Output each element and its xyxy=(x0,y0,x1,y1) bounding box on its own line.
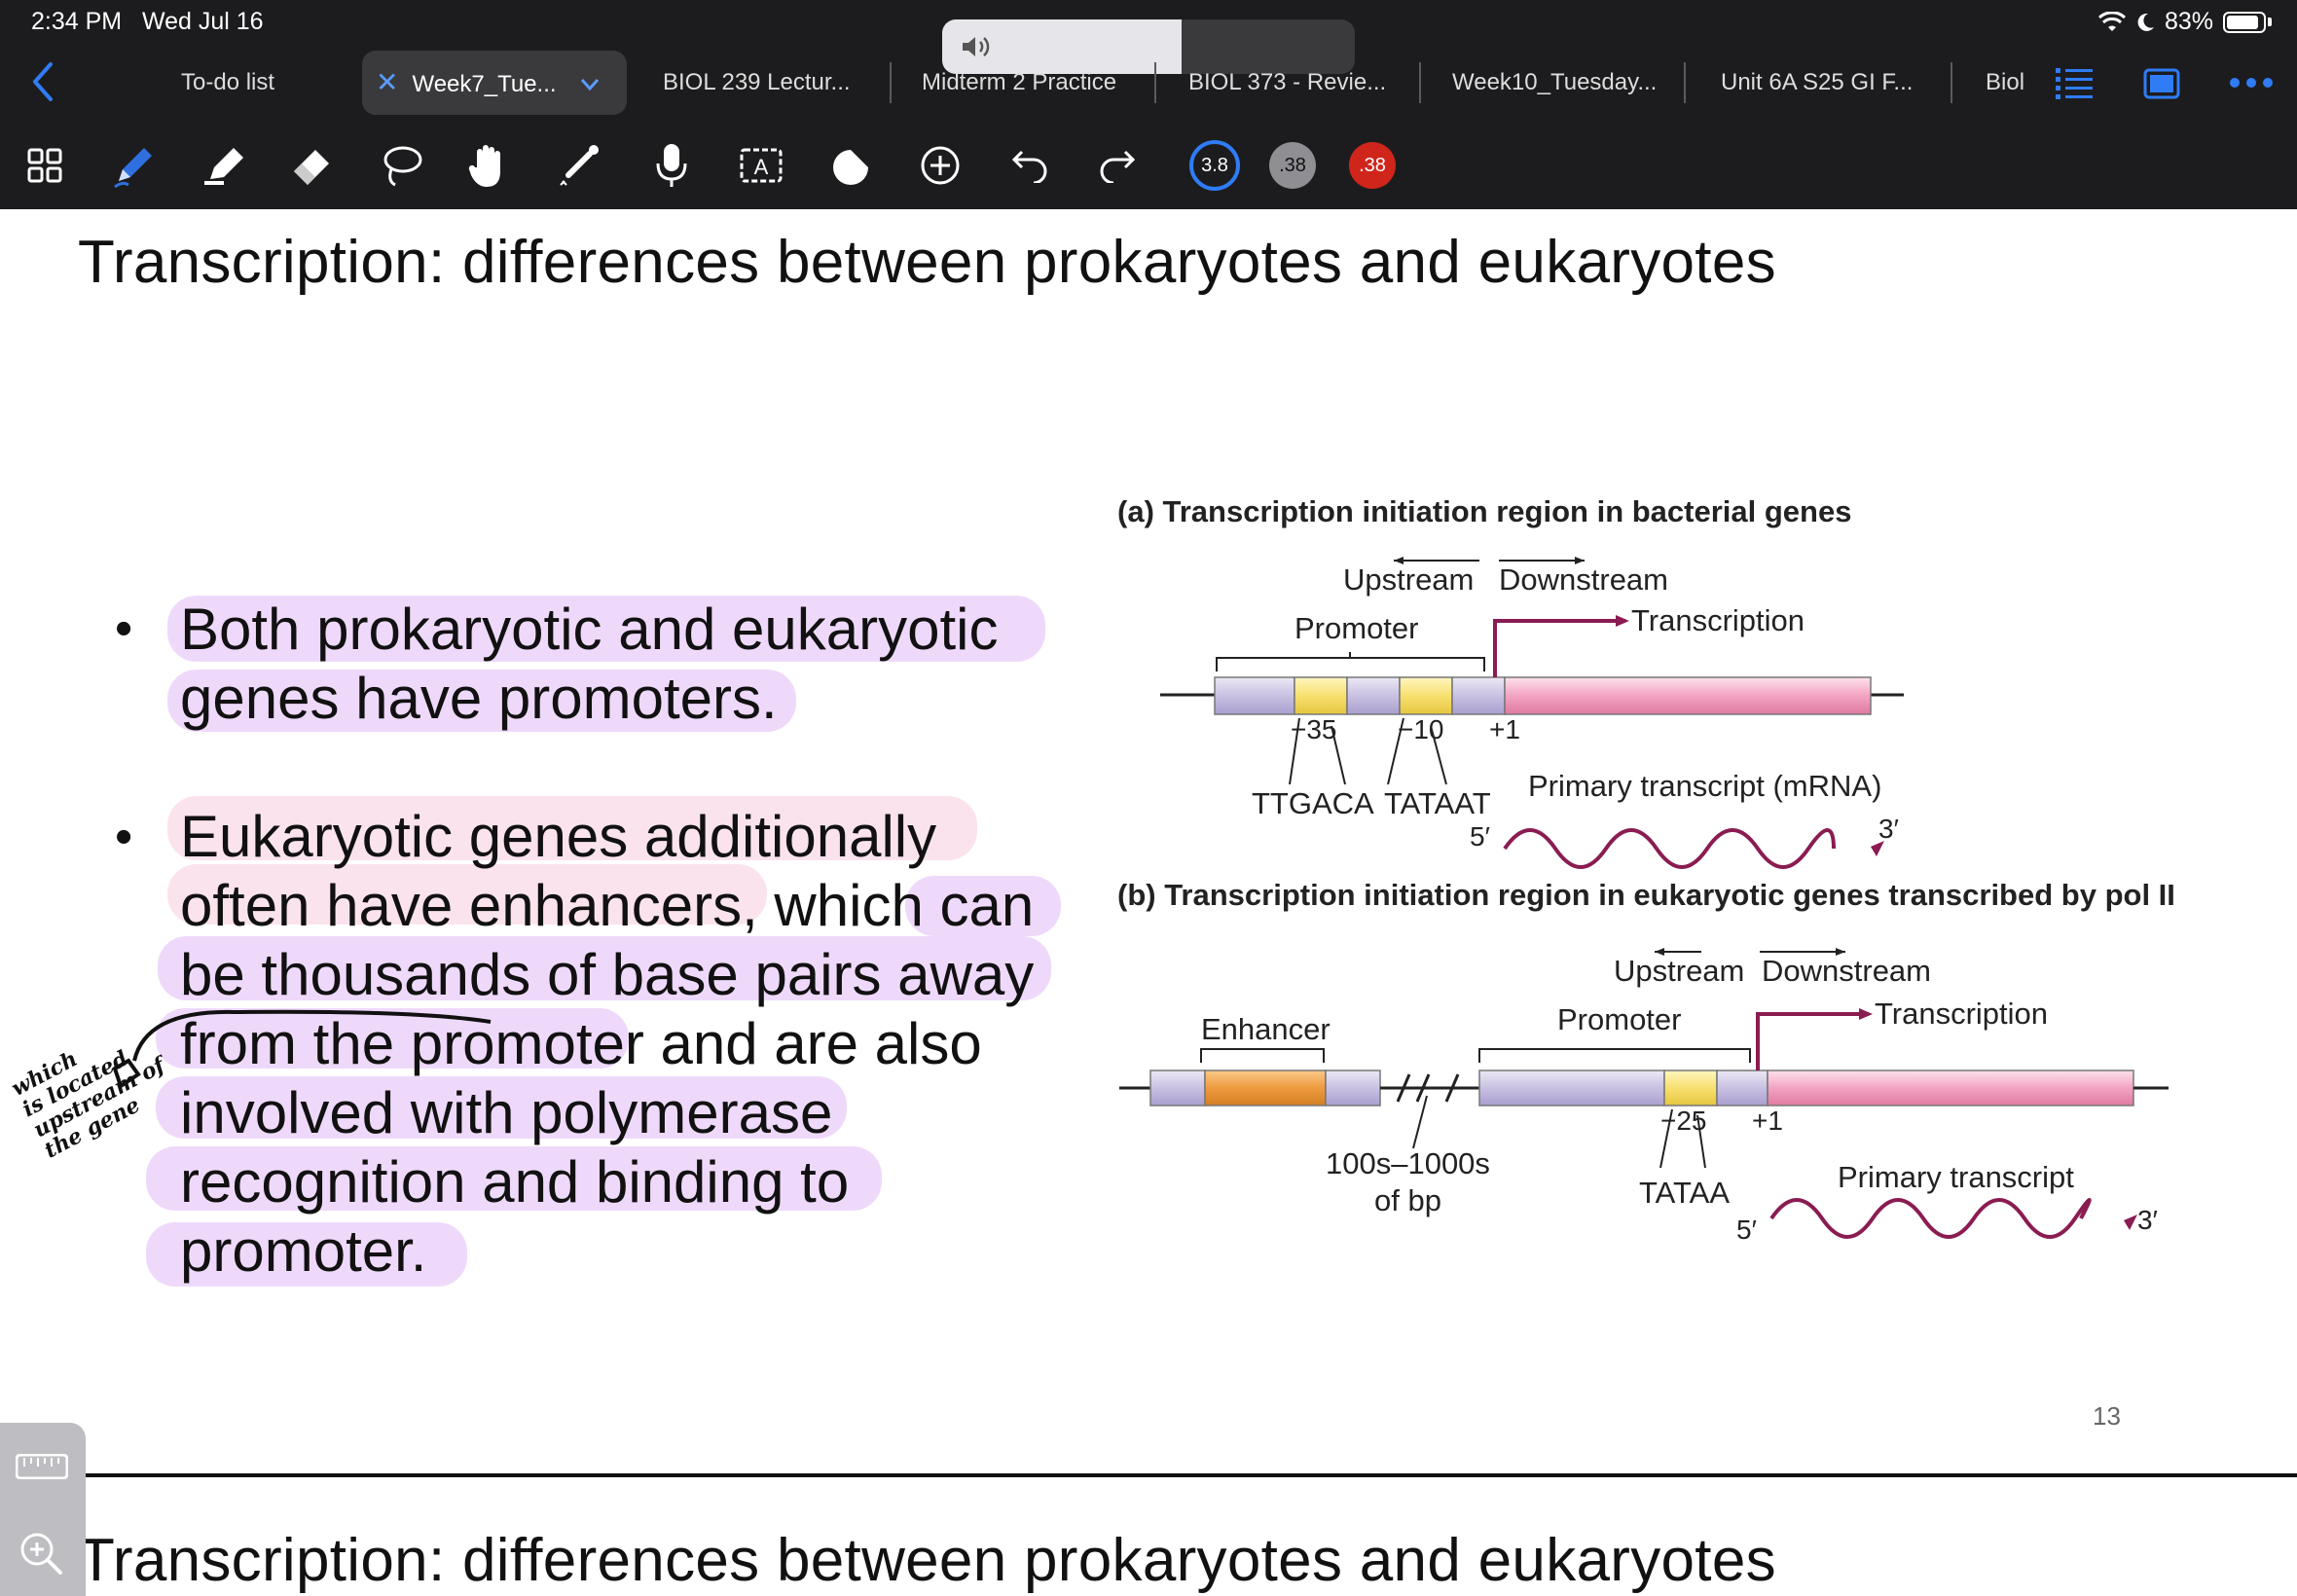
bullet1-line2: genes have promoters. xyxy=(180,666,778,731)
promoter-segment xyxy=(1214,676,1295,715)
bullet2-line1: Eukaryotic genes additionally xyxy=(180,804,937,869)
swatch-red[interactable]: .38 xyxy=(1349,142,1396,189)
fig-b-5prime: 5′ xyxy=(1736,1215,1757,1245)
eraser-icon[interactable] xyxy=(284,136,339,195)
next-slide-title: Transcription: differences between proka… xyxy=(78,1527,1776,1594)
fig-a-minus35: −35 xyxy=(1291,714,1337,744)
top-toolbar: 2:34 PM Wed Jul 16 83% To-do list ✕ Week7… xyxy=(0,0,2297,209)
fig-a-5prime: 5′ xyxy=(1470,821,1490,852)
fig-a-promoter: Promoter xyxy=(1294,611,1419,645)
fig-b-3prime: 3′ xyxy=(2137,1205,2158,1235)
grid-icon[interactable] xyxy=(18,136,72,195)
page-number: 13 xyxy=(2093,1401,2121,1431)
redo-icon[interactable] xyxy=(1090,136,1145,195)
list-icon[interactable] xyxy=(2056,66,2093,99)
fig-a-upstream: Upstream xyxy=(1343,562,1475,597)
more-icon[interactable] xyxy=(2229,76,2274,90)
tab-week10[interactable]: Week10_Tuesday... xyxy=(1452,51,1657,115)
fig-a-tataat: TATAAT xyxy=(1384,786,1491,820)
fig-a-minus10: −10 xyxy=(1398,714,1444,744)
bullet: • xyxy=(115,809,133,865)
fig-b-promoter: Promoter xyxy=(1557,1002,1682,1036)
bullet: • xyxy=(115,600,133,657)
chevron-down-icon[interactable] xyxy=(580,78,600,91)
pen-icon[interactable] xyxy=(107,136,162,195)
bullet1-line1: Both prokaryotic and eukaryotic xyxy=(180,597,999,662)
fig-a-transcript-label: Primary transcript (mRNA) xyxy=(1528,769,1882,803)
fig-a-downstream: Downstream xyxy=(1499,562,1668,597)
status-indicators: 83% xyxy=(2097,8,2272,36)
zoom-icon[interactable] xyxy=(18,1530,64,1577)
fig-a-plus1: +1 xyxy=(1489,714,1520,744)
minus10-box xyxy=(1399,676,1453,715)
bullet2-line2: often have enhancers, which can xyxy=(180,873,1035,938)
add-icon[interactable] xyxy=(913,136,967,195)
fig-a-ttgaca: TTGACA xyxy=(1252,786,1374,820)
fig-b-transcript-label: Primary transcript xyxy=(1838,1160,2074,1194)
pol2-promoter-segment xyxy=(1478,1070,1665,1106)
tab-week7-active[interactable]: ✕ Week7_Tue... xyxy=(362,51,627,115)
laser-icon[interactable] xyxy=(551,136,605,195)
page-divider xyxy=(0,1473,2297,1477)
fig-b-upstream: Upstream xyxy=(1614,954,1745,988)
undo-icon[interactable] xyxy=(1003,136,1057,195)
date: Wed Jul 16 xyxy=(141,8,264,35)
highlighter-icon[interactable] xyxy=(197,136,251,195)
fig-b-minus25: −25 xyxy=(1660,1106,1707,1136)
eukaryotic-transcribed-region xyxy=(1767,1070,2134,1106)
fig-b-enhancer: Enhancer xyxy=(1201,1012,1331,1046)
fig-b-transcription: Transcription xyxy=(1875,997,2049,1031)
clock: 2:34 PM xyxy=(31,8,123,35)
status-time: 2:34 PM Wed Jul 16 xyxy=(31,8,264,36)
transcription-arrow xyxy=(1616,615,1629,627)
document-tabs: To-do list ✕ Week7_Tue... BIOL 239 Lectur… xyxy=(0,51,2297,115)
fig-b-downstream: Downstream xyxy=(1762,954,1931,988)
fig-b-plus1: +1 xyxy=(1752,1106,1783,1136)
tab-unit-6a[interactable]: Unit 6A S25 GI F... xyxy=(1721,51,1913,115)
lasso-icon[interactable] xyxy=(374,136,428,195)
annotation-tools: A 3.8 .38 .38 xyxy=(0,136,2297,195)
fig-a-3prime: 3′ xyxy=(1878,814,1899,844)
page-view-icon[interactable] xyxy=(2143,68,2180,99)
tab-biol-373[interactable]: BIOL 373 - Revie... xyxy=(1188,51,1386,115)
wifi-icon xyxy=(2097,11,2126,31)
eukaryotic-transcript-wave xyxy=(1769,1198,2092,1239)
eukaryotic-transcription-arrow xyxy=(1859,1008,1873,1020)
swatch-gray[interactable]: .38 xyxy=(1269,142,1316,189)
tab-midterm-2[interactable]: Midterm 2 Practice xyxy=(922,51,1116,115)
ruler-icon[interactable] xyxy=(16,1454,68,1479)
mrna-wave xyxy=(1503,828,1836,869)
tata-box xyxy=(1663,1070,1718,1106)
close-icon[interactable]: ✕ xyxy=(376,67,398,97)
slide-title: Transcription: differences between proka… xyxy=(78,229,1776,296)
swatch-black-selected[interactable]: 3.8 xyxy=(1189,140,1240,191)
fig-b-tataa: TATAA xyxy=(1639,1176,1730,1210)
enhancer-box xyxy=(1204,1070,1327,1106)
tab-biol-239[interactable]: BIOL 239 Lectur... xyxy=(663,51,851,115)
minus35-box xyxy=(1294,676,1348,715)
fig-b-title: (b) Transcription initiation region in e… xyxy=(1117,878,2175,912)
fig-b-of-bp: of bp xyxy=(1374,1183,1441,1217)
shapes-icon[interactable] xyxy=(823,136,878,195)
tab-biol[interactable]: Biol xyxy=(1986,51,2024,115)
battery-icon xyxy=(2223,11,2266,33)
tab-to-do-list[interactable]: To-do list xyxy=(181,51,274,115)
hand-icon[interactable] xyxy=(461,136,516,195)
microphone-icon[interactable] xyxy=(644,136,699,195)
transcribed-region xyxy=(1504,676,1872,715)
textbox-icon[interactable]: A xyxy=(734,136,788,195)
fig-b-distance: 100s–1000s xyxy=(1326,1146,1490,1180)
battery-percent: 83% xyxy=(2164,8,2213,35)
svg-text:A: A xyxy=(754,155,769,179)
fig-a-title: (a) Transcription initiation region in b… xyxy=(1117,494,1852,528)
fig-a-transcription: Transcription xyxy=(1631,603,1805,637)
moon-icon xyxy=(2137,13,2154,31)
